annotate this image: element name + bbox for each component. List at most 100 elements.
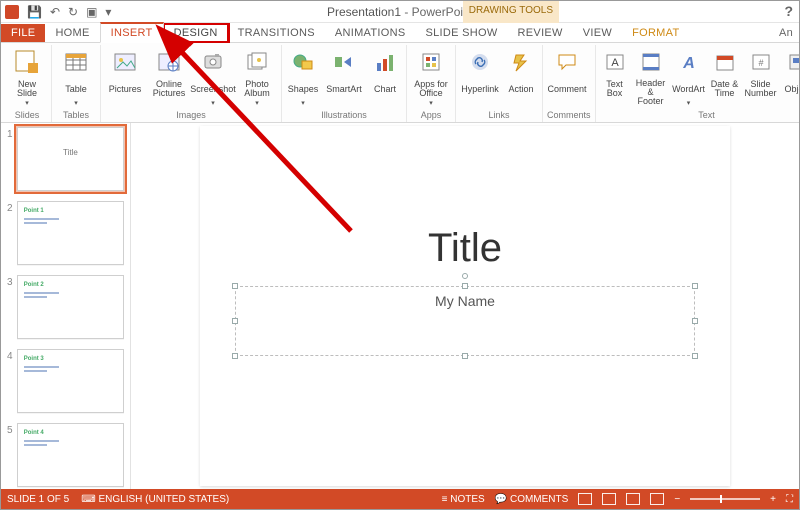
resize-handle-sw[interactable]	[232, 353, 238, 359]
thumbnail-preview[interactable]: Point 4	[17, 423, 124, 487]
textbox-icon: A	[600, 47, 630, 77]
hyperlink-icon	[465, 47, 495, 77]
thumbnail-slide-5[interactable]: 5Point 4	[7, 423, 124, 487]
thumbnail-slide-3[interactable]: 3Point 2	[7, 275, 124, 339]
thumbnail-preview[interactable]: Point 2	[17, 275, 124, 339]
zoom-slider[interactable]	[690, 498, 760, 500]
thumbnail-slide-4[interactable]: 4Point 3	[7, 349, 124, 413]
fit-to-window-button[interactable]: ⛶	[786, 494, 793, 505]
ribbon: New Slide▾ Slides Table▾ Tables Pictures…	[1, 43, 799, 123]
comment-button[interactable]: Comment	[547, 47, 587, 108]
slide-subtitle-text[interactable]: My Name	[236, 287, 694, 309]
slide-canvas-area[interactable]: Title My Name	[131, 123, 799, 489]
thumbnail-slide-1[interactable]: 1Title	[7, 127, 124, 191]
tab-home[interactable]: HOME	[45, 24, 99, 42]
slide-title-text[interactable]: Title	[200, 226, 730, 271]
shapes-button[interactable]: Shapes▾	[286, 47, 320, 108]
photo-album-button[interactable]: Photo Album▾	[237, 47, 277, 108]
thumbnail-preview[interactable]: Point 1	[17, 201, 124, 265]
photo-album-icon	[242, 47, 272, 77]
table-button[interactable]: Table▾	[56, 47, 96, 108]
resize-handle-nw[interactable]	[232, 283, 238, 289]
thumbnail-number: 2	[7, 201, 17, 265]
new-slide-button[interactable]: New Slide▾	[7, 47, 47, 108]
textbox-button[interactable]: AText Box	[600, 47, 630, 108]
object-button[interactable]: Object	[782, 47, 799, 108]
chart-button[interactable]: Chart	[368, 47, 402, 108]
action-button[interactable]: Action	[504, 47, 538, 108]
group-illustrations: Shapes▾ SmartArt Chart Illustrations	[282, 45, 407, 122]
datetime-icon	[710, 47, 740, 77]
tab-account[interactable]: An	[769, 24, 799, 42]
thumbnail-preview[interactable]: Point 3	[17, 349, 124, 413]
screenshot-button[interactable]: Screenshot▾	[193, 47, 233, 108]
object-icon	[783, 47, 799, 77]
comments-button[interactable]: 💬 COMMENTS	[495, 494, 569, 505]
tab-animations[interactable]: ANIMATIONS	[325, 24, 416, 42]
action-icon	[506, 47, 536, 77]
pictures-icon	[110, 47, 140, 77]
group-slides: New Slide▾ Slides	[3, 45, 52, 122]
group-label-tables: Tables	[56, 108, 96, 122]
resize-handle-n[interactable]	[462, 283, 468, 289]
tab-slideshow[interactable]: SLIDE SHOW	[415, 24, 507, 42]
group-label-slides: Slides	[7, 108, 47, 122]
subtitle-placeholder[interactable]: My Name	[235, 286, 695, 356]
svg-text:#: #	[758, 58, 763, 68]
tab-design[interactable]: DESIGN	[164, 24, 228, 42]
window-title: Presentation1 - PowerPoint	[1, 5, 799, 19]
zoom-out-button[interactable]: −	[674, 494, 680, 505]
shapes-icon	[288, 47, 318, 77]
notes-button[interactable]: ≡ NOTES	[442, 494, 485, 505]
pictures-button[interactable]: Pictures	[105, 47, 145, 108]
svg-text:A: A	[611, 57, 619, 69]
thumbnail-preview[interactable]: Title	[17, 127, 124, 191]
new-slide-icon	[12, 47, 42, 77]
rotate-handle[interactable]	[462, 273, 468, 279]
tab-file[interactable]: FILE	[1, 24, 45, 42]
apps-for-office-button[interactable]: Apps for Office▾	[411, 47, 451, 108]
zoom-in-button[interactable]: +	[770, 494, 776, 505]
thumbnail-number: 4	[7, 349, 17, 413]
view-sorter-button[interactable]	[602, 493, 616, 505]
wordart-button[interactable]: AWordArt▾	[672, 47, 706, 108]
view-normal-button[interactable]	[578, 493, 592, 505]
header-footer-icon	[636, 47, 666, 77]
view-slideshow-button[interactable]	[650, 493, 664, 505]
resize-handle-w[interactable]	[232, 318, 238, 324]
tab-format[interactable]: FORMAT	[622, 24, 689, 42]
group-label-text: Text	[600, 108, 799, 122]
help-button[interactable]: ?	[784, 3, 793, 19]
workspace: 1Title2Point 13Point 24Point 35Point 4 T…	[1, 123, 799, 489]
hyperlink-button[interactable]: Hyperlink	[460, 47, 500, 108]
resize-handle-se[interactable]	[692, 353, 698, 359]
thumbnail-number: 5	[7, 423, 17, 487]
slide-number-button[interactable]: #Slide Number	[744, 47, 778, 108]
thumbnail-number: 3	[7, 275, 17, 339]
resize-handle-ne[interactable]	[692, 283, 698, 289]
online-pictures-icon	[154, 47, 184, 77]
tab-transitions[interactable]: TRANSITIONS	[228, 24, 325, 42]
smartart-button[interactable]: SmartArt	[324, 47, 364, 108]
tab-view[interactable]: VIEW	[573, 24, 622, 42]
group-label-links: Links	[460, 108, 538, 122]
slide-counter: SLIDE 1 OF 5	[7, 494, 69, 505]
language-indicator[interactable]: ⌨ ENGLISH (UNITED STATES)	[81, 494, 229, 505]
comment-icon	[552, 47, 582, 77]
slide-surface[interactable]: Title My Name	[200, 126, 730, 486]
resize-handle-e[interactable]	[692, 318, 698, 324]
resize-handle-s[interactable]	[462, 353, 468, 359]
date-time-button[interactable]: Date & Time	[710, 47, 740, 108]
header-footer-button[interactable]: Header & Footer	[634, 47, 668, 108]
group-images: Pictures Online Pictures Screenshot▾ Pho…	[101, 45, 282, 122]
tab-insert[interactable]: INSERT	[100, 22, 164, 43]
online-pictures-button[interactable]: Online Pictures	[149, 47, 189, 108]
group-label-images: Images	[105, 108, 277, 122]
status-bar: SLIDE 1 OF 5 ⌨ ENGLISH (UNITED STATES) ≡…	[1, 489, 799, 509]
slide-thumbnails-panel[interactable]: 1Title2Point 13Point 24Point 35Point 4	[1, 123, 131, 489]
view-reading-button[interactable]	[626, 493, 640, 505]
thumbnail-slide-2[interactable]: 2Point 1	[7, 201, 124, 265]
context-tab-drawing-tools[interactable]: DRAWING TOOLS	[463, 1, 559, 23]
group-tables: Table▾ Tables	[52, 45, 101, 122]
tab-review[interactable]: REVIEW	[508, 24, 573, 42]
